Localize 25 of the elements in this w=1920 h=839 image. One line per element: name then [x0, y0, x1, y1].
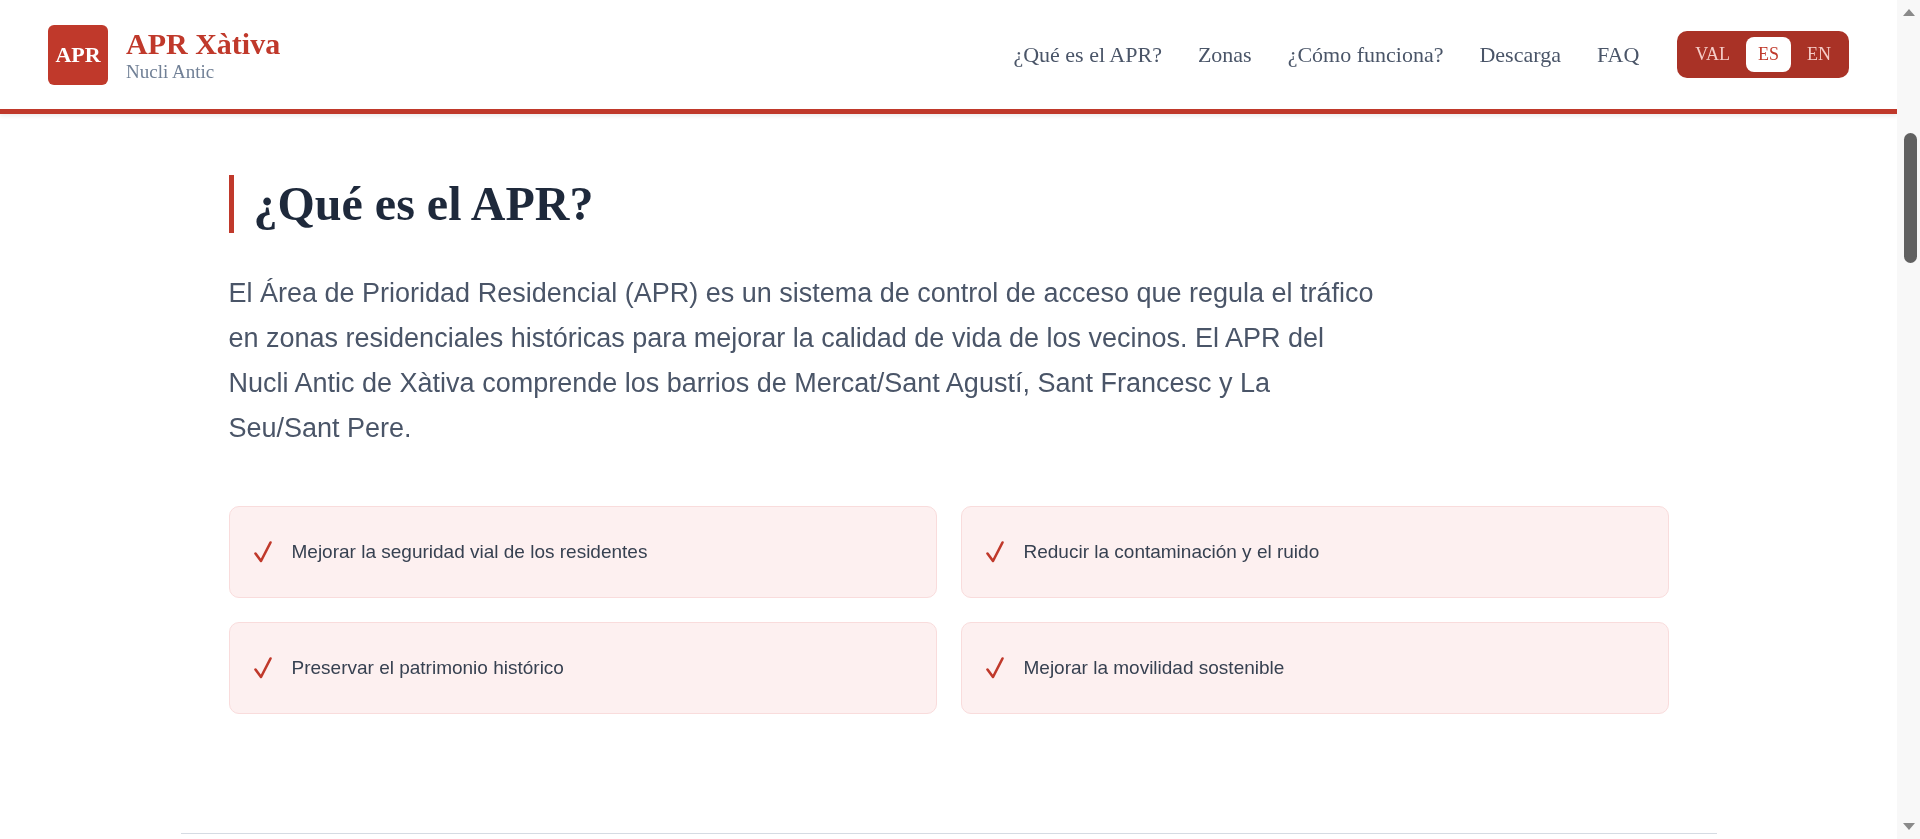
nav-link[interactable]: ¿Qué es el APR? [1013, 38, 1162, 71]
nav-link[interactable]: Descarga [1479, 38, 1561, 71]
section-heading: ¿Qué es el APR? [228, 175, 1669, 233]
language-button[interactable]: ES [1746, 37, 1791, 72]
language-button[interactable]: VAL [1683, 37, 1742, 72]
benefit-text: Mejorar la movilidad sostenible [1023, 655, 1285, 680]
benefit-text: Reducir la contaminación y el ruido [1023, 539, 1320, 564]
check-icon [253, 657, 272, 679]
check-icon [985, 657, 1004, 679]
up-arrow-icon[interactable] [1902, 9, 1915, 16]
site-subtitle: Nucli Antic [126, 59, 216, 83]
logo-badge[interactable]: APR [48, 24, 108, 85]
nav-link[interactable]: FAQ [1596, 38, 1640, 71]
scrollbar-thumb[interactable] [1904, 133, 1917, 263]
nav-link[interactable]: Zonas [1197, 38, 1252, 71]
check-icon [985, 541, 1004, 563]
language-button[interactable]: EN [1795, 37, 1843, 72]
site-title: APR Xàtiva [126, 26, 281, 60]
benefit-text: Preservar el patrimonio histórico [291, 655, 564, 680]
check-icon [253, 541, 272, 563]
nav-link[interactable]: ¿Cómo funciona? [1287, 38, 1444, 71]
down-arrow-icon[interactable] [1902, 823, 1915, 830]
section-description: El Área de Prioridad Residencial (APR) es un sistema de control de acceso que regula el tráfico en zonas residenciales históricas para mejorar la calidad de vida de los vecinos. El APR del Nucli Antic de Xàtiva comprende los barrios de Mercat/Sant Agustí, Sant Francesc y La Seu/Sant Pere. [228, 277, 1375, 445]
scrollbar[interactable] [1897, 0, 1920, 839]
benefit-text: Mejorar la seguridad vial de los residentes [291, 539, 648, 564]
